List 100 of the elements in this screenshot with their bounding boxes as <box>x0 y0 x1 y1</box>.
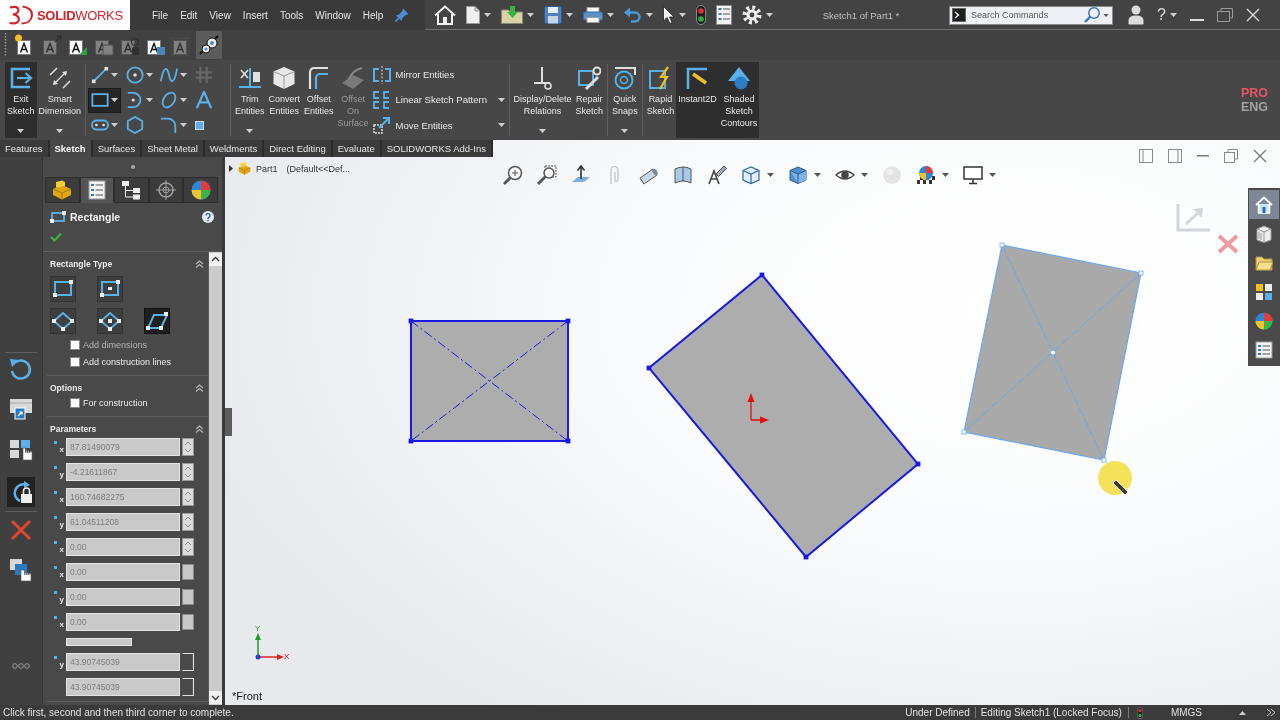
panel-tab[interactable] <box>79 177 115 203</box>
list-icon[interactable] <box>716 5 732 25</box>
cancel-icon[interactable] <box>9 518 33 542</box>
checkmark-icon[interactable] <box>50 232 62 242</box>
ribbon-button[interactable]: Linear Sketch Pattern <box>372 89 505 111</box>
caret-icon[interactable] <box>1170 13 1177 17</box>
split-left-icon[interactable] <box>1139 149 1153 163</box>
rectangle-type-button[interactable] <box>97 276 123 302</box>
menu-item[interactable]: Edit <box>174 0 204 30</box>
caret-icon[interactable] <box>145 73 153 77</box>
curved-panel-icon[interactable] <box>673 165 693 185</box>
ribbon-button[interactable]: Exit Sketch <box>5 62 37 138</box>
caret-icon[interactable] <box>861 173 868 177</box>
checkbox-label[interactable]: Add construction lines <box>83 356 172 367</box>
tab[interactable]: Weldments <box>204 140 263 157</box>
linked-circles-icon[interactable] <box>196 31 222 59</box>
caret-icon[interactable] <box>679 13 686 17</box>
rectangle-type-button[interactable] <box>50 308 76 334</box>
menu-item[interactable]: File <box>146 0 175 30</box>
caret-icon[interactable] <box>111 123 119 127</box>
menu-item[interactable]: Insert <box>236 0 274 30</box>
spin-button[interactable] <box>182 538 194 556</box>
caret-icon[interactable] <box>767 173 774 177</box>
folder-icon[interactable] <box>501 6 523 24</box>
caret-icon[interactable] <box>646 13 653 17</box>
home-icon[interactable] <box>434 5 456 25</box>
ribbon-button[interactable]: Shaded Sketch Contours <box>718 62 760 138</box>
caret-icon[interactable] <box>111 73 119 77</box>
ribbon-button[interactable]: Repair Sketch <box>573 62 606 138</box>
tool-button[interactable] <box>89 88 121 112</box>
caret-icon[interactable] <box>180 73 188 77</box>
caret-icon[interactable] <box>539 129 547 133</box>
ribbon-button[interactable]: Smart Dimension <box>36 62 84 138</box>
pen-letter-icon[interactable] <box>707 165 727 185</box>
window-arrow-icon[interactable] <box>9 397 33 421</box>
hand-grid-icon[interactable] <box>9 437 33 461</box>
caret-icon[interactable] <box>56 129 64 133</box>
tab[interactable]: Evaluate <box>332 140 380 157</box>
spin-button[interactable] <box>182 463 194 481</box>
tab[interactable]: Direct Editing <box>264 140 331 157</box>
traffic-light-icon[interactable] <box>1136 706 1143 719</box>
task-pane-tab[interactable] <box>1249 190 1279 219</box>
circular-arrow-icon[interactable] <box>9 357 33 381</box>
checkbox-label[interactable]: For construction <box>83 397 148 408</box>
caret-icon[interactable] <box>621 129 629 133</box>
pin-icon[interactable] <box>395 8 410 22</box>
chevron-down-icon[interactable] <box>209 691 222 704</box>
caret-icon[interactable] <box>497 98 505 102</box>
pointer-icon[interactable] <box>663 6 675 24</box>
chevron-up-icon[interactable] <box>209 253 222 266</box>
spin-button[interactable] <box>182 488 194 506</box>
caret-icon[interactable] <box>484 13 491 17</box>
magnifier-box-icon[interactable] <box>537 165 557 185</box>
more-icon[interactable] <box>12 663 30 669</box>
restore-icon[interactable] <box>1217 8 1233 22</box>
traffic-light-icon[interactable] <box>696 5 706 25</box>
spin-button[interactable] <box>182 513 194 531</box>
user-icon[interactable] <box>1128 5 1145 25</box>
document-icon[interactable] <box>466 6 480 24</box>
tab[interactable]: Features <box>0 140 48 157</box>
checkbox[interactable] <box>70 356 80 367</box>
hand-squares-icon[interactable] <box>9 558 33 582</box>
caret-icon[interactable] <box>180 123 188 127</box>
ribbon-button[interactable]: Instant2D <box>676 62 719 138</box>
caret-icon[interactable] <box>1103 13 1110 17</box>
tab[interactable]: Sketch <box>49 140 91 157</box>
caret-icon[interactable] <box>497 123 505 128</box>
spin-button[interactable] <box>182 438 194 456</box>
help-button[interactable]: ? <box>1157 6 1166 24</box>
caret-icon[interactable] <box>1239 710 1246 715</box>
tab[interactable]: Surfaces <box>92 140 141 157</box>
panel-tab[interactable] <box>148 177 184 203</box>
search-icon[interactable] <box>1084 7 1101 23</box>
magnifier-icon[interactable] <box>503 165 523 185</box>
monitor-icon[interactable] <box>963 165 983 185</box>
caret-icon[interactable] <box>766 13 773 17</box>
scrollbar[interactable] <box>208 252 222 705</box>
field-button[interactable] <box>182 564 194 580</box>
printer-icon[interactable] <box>583 7 603 23</box>
grip-icon[interactable] <box>130 165 135 169</box>
ribbon-button[interactable]: Display/Delete Relations <box>511 62 574 138</box>
caret-icon[interactable] <box>942 173 949 177</box>
caret-icon[interactable] <box>246 129 254 133</box>
panel-tab[interactable] <box>183 177 218 203</box>
caret-icon[interactable] <box>145 98 153 102</box>
cube-icon[interactable] <box>741 165 761 185</box>
restore-icon[interactable] <box>1224 149 1238 163</box>
settings-icon[interactable] <box>742 5 762 25</box>
panel-tab[interactable] <box>45 177 80 203</box>
ribbon-button[interactable]: Quick Snaps <box>610 62 640 138</box>
splitter-handle[interactable] <box>225 408 232 436</box>
undo-icon[interactable] <box>624 7 642 23</box>
ribbon-button[interactable]: Move Entities <box>372 114 505 137</box>
ribbon-button[interactable]: Rapid Sketch <box>644 62 677 138</box>
caret-icon[interactable] <box>527 13 534 17</box>
save-icon[interactable] <box>544 6 562 24</box>
lock-rotate-icon[interactable] <box>7 477 35 507</box>
caret-icon[interactable] <box>566 13 573 17</box>
menu-item[interactable]: Tools <box>273 0 310 30</box>
ribbon-button[interactable]: Trim Entities <box>233 62 267 138</box>
